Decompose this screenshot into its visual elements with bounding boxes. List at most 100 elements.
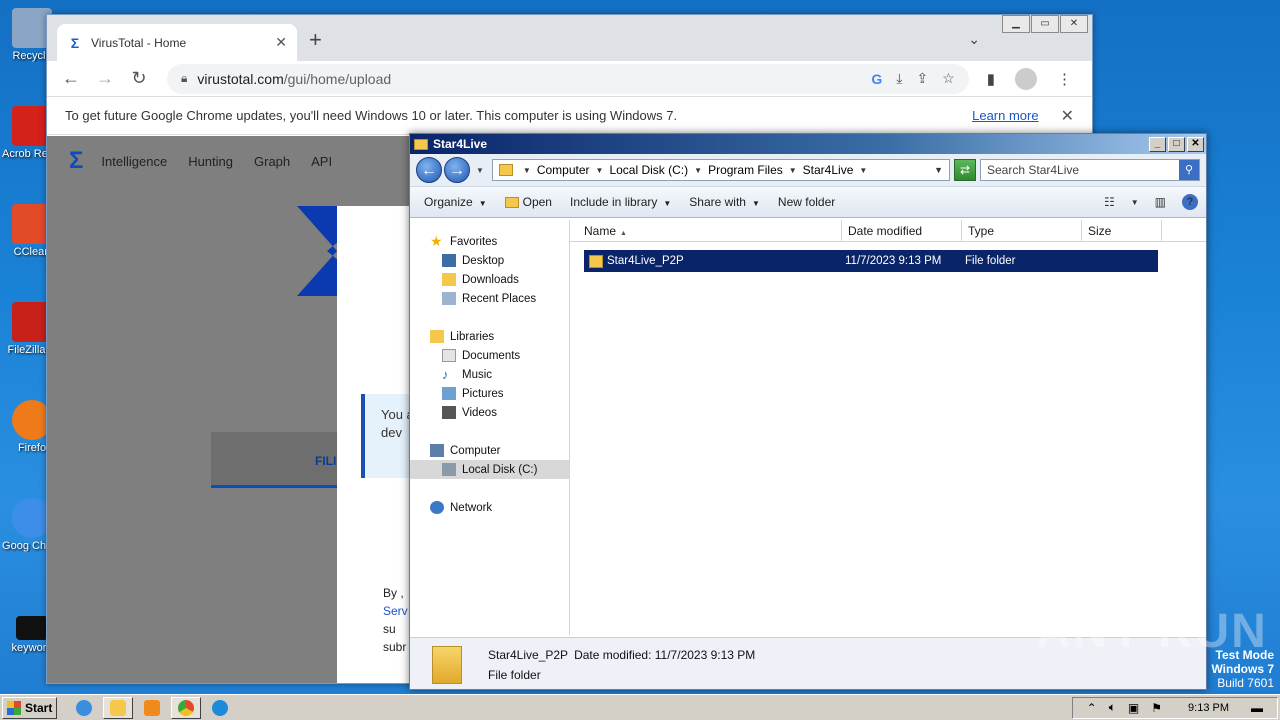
network-tray-icon[interactable]: ▣ [1128,701,1139,715]
address-dropdown-icon[interactable]: ▼ [934,165,943,175]
forward-icon[interactable]: → [444,157,470,183]
learn-more-link[interactable]: Learn more [972,108,1038,123]
share-icon[interactable]: ⇪ [916,70,928,87]
list-item[interactable]: Star4Live_P2P 11/7/2023 9:13 PM File fol… [584,250,1158,272]
view-dropdown-icon[interactable]: ▼ [1131,198,1139,207]
nav-hunting[interactable]: Hunting [188,154,233,169]
search-input[interactable]: Search Star4Live ⚲ [980,159,1200,181]
reload-icon[interactable]: ↻ [125,68,153,89]
file-date: 11/7/2023 9:13 PM [845,255,942,267]
install-icon[interactable]: ⤓ [896,70,902,87]
close-infobar-icon[interactable]: ✕ [1061,106,1074,126]
nav-recent-places[interactable]: Recent Places [410,289,569,308]
start-button[interactable]: Start [2,696,58,719]
back-icon[interactable]: ← [57,68,85,89]
nav-graph[interactable]: Graph [254,154,290,169]
nav-downloads[interactable]: Downloads [410,270,569,289]
breadcrumb-local-disk[interactable]: Local Disk (C:) [609,163,688,177]
preview-pane-icon[interactable]: ▥ [1155,195,1166,209]
nav-computer[interactable]: Computer [410,441,569,460]
maximize-button[interactable]: ▭ [1031,15,1059,33]
nav-network[interactable]: Network [410,498,569,517]
share-with-button[interactable]: Share with ▼ [689,195,760,209]
nav-intelligence[interactable]: Intelligence [101,154,167,169]
refresh-icon[interactable]: ⇄ [954,159,976,181]
show-hidden-icons-icon[interactable]: ⌃ [1087,701,1097,715]
nav-documents[interactable]: Documents [410,346,569,365]
breadcrumb-computer[interactable]: Computer [537,163,590,177]
close-button[interactable]: ✕ [1187,136,1204,152]
search-icon[interactable]: ⚲ [1179,160,1199,180]
nav-pictures[interactable]: Pictures [410,384,569,403]
help-icon[interactable]: ? [1182,194,1198,210]
nav-music[interactable]: ♪ Music [410,365,569,384]
explorer-titlebar[interactable]: Star4Live _ □ ✕ [410,134,1206,154]
taskbar-chrome[interactable] [171,696,202,719]
taskbar-explorer[interactable] [103,696,134,719]
minimize-button[interactable]: ▁ [1002,15,1030,33]
videos-icon [442,406,456,419]
new-tab-button[interactable]: + [309,29,322,51]
search-placeholder: Search Star4Live [987,163,1080,177]
column-size[interactable]: Size [1082,220,1162,241]
column-name[interactable]: Name ▲ [570,220,842,241]
tab-search-icon[interactable]: ⌄ [968,31,980,48]
computer-icon [430,444,444,457]
virustotal-logo-icon[interactable]: Σ [69,147,83,175]
desktop-icon [442,254,456,267]
downloads-icon [442,273,456,286]
vt-footer-line: subr [383,640,407,654]
include-in-library-button[interactable]: Include in library ▼ [570,195,671,209]
forward-icon[interactable]: → [91,68,119,89]
pictures-icon [442,387,456,400]
nav-desktop[interactable]: Desktop [410,251,569,270]
breadcrumb[interactable]: ▼ Computer ▼ Local Disk (C:) ▼ Program F… [491,159,950,181]
maximize-button[interactable]: □ [1168,136,1185,152]
taskbar-media-player[interactable] [137,697,167,719]
test-mode-text: Test Mode Windows 7 Build 7601 [1211,648,1274,690]
show-desktop-icon[interactable]: ▬ [1251,701,1263,715]
star-icon[interactable]: ☆ [942,70,955,87]
nav-libraries[interactable]: Libraries [410,327,569,346]
close-button[interactable]: ✕ [1060,15,1088,33]
navigation-pane: ★ Favorites Desktop Downloads Recent Plac… [410,220,570,635]
profile-avatar[interactable] [1015,67,1037,90]
vt-footer-link[interactable]: Serv [383,604,408,618]
nav-api[interactable]: API [311,154,332,169]
toolbar: ← → ↻ 🔒︎ virustotal.com/gui/home/upload … [47,61,1092,97]
chevron-down-icon[interactable]: ▼ [694,166,702,175]
breadcrumb-star4live[interactable]: Star4Live [803,163,854,177]
vt-footer-text: By , Serv su subr [383,584,408,656]
nav-local-disk[interactable]: Local Disk (C:) [410,460,569,479]
address-bar[interactable]: 🔒︎ virustotal.com/gui/home/upload G ⤓ ⇪ … [167,63,969,94]
minimize-button[interactable]: _ [1149,136,1166,152]
new-folder-button[interactable]: New folder [778,195,835,209]
recent-pages-icon[interactable]: ▼ [476,166,484,175]
side-panel-icon[interactable]: ▮ [987,70,995,88]
tab-virustotal[interactable]: Σ VirusTotal - Home ✕ [57,24,297,61]
nav-favorites[interactable]: ★ Favorites [410,232,569,251]
nav-videos[interactable]: Videos [410,403,569,422]
organize-button[interactable]: Organize ▼ [424,195,487,209]
google-icon[interactable]: G [871,71,882,87]
chevron-down-icon[interactable]: ▼ [789,166,797,175]
back-icon[interactable]: ← [416,157,442,183]
menu-icon[interactable]: ⋮ [1057,70,1072,88]
column-type[interactable]: Type [962,220,1082,241]
breadcrumb-program-files[interactable]: Program Files [708,163,783,177]
view-options-icon[interactable]: ☷ [1104,195,1115,209]
close-tab-icon[interactable]: ✕ [275,34,287,51]
clock[interactable]: 9:13 PM [1188,702,1229,714]
recent-places-icon [442,292,456,305]
chevron-down-icon[interactable]: ▼ [859,166,867,175]
taskbar-ie[interactable] [69,697,99,719]
action-center-flag-icon[interactable]: ⚑ [1151,701,1162,715]
volume-icon[interactable]: 🔈︎ [1109,700,1116,715]
column-date-modified[interactable]: Date modified [842,220,962,241]
taskbar-edge[interactable] [205,697,235,719]
lock-icon: 🔒︎ [181,71,188,85]
chevron-down-icon[interactable]: ▼ [596,166,604,175]
vt-footer-line: su [383,622,396,636]
open-button[interactable]: Open [504,195,552,209]
tab-file[interactable]: FILI [315,454,336,468]
